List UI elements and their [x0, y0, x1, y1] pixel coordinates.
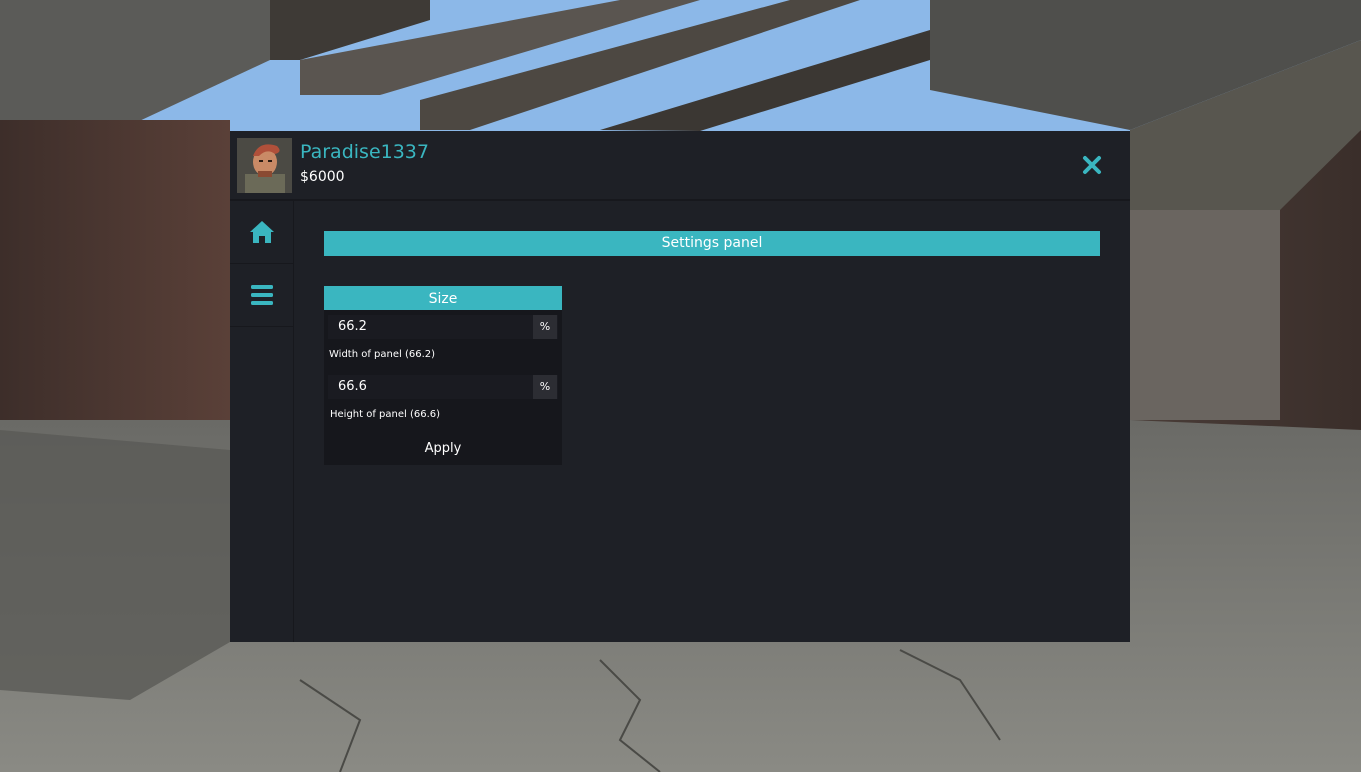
apply-button[interactable]: Apply	[324, 437, 562, 461]
width-unit: %	[533, 315, 557, 339]
close-icon	[1083, 156, 1101, 174]
f4-menu-panel: Paradise1337 $6000 Settings panel Size 6…	[230, 131, 1130, 642]
sidebar	[230, 201, 294, 642]
width-label: Width of panel (66.2)	[329, 349, 436, 360]
player-name: Paradise1337	[300, 141, 429, 163]
size-section-title: Size	[324, 286, 562, 310]
avatar	[237, 138, 292, 193]
sidebar-item-menu[interactable]	[230, 264, 293, 327]
player-money: $6000	[300, 169, 345, 185]
size-settings-box: Size % Width of panel (66.2) % Height of…	[324, 286, 562, 465]
height-label: Height of panel (66.6)	[330, 409, 441, 420]
sidebar-item-home[interactable]	[230, 201, 293, 264]
panel-header: Paradise1337 $6000	[230, 131, 1130, 201]
width-input[interactable]	[328, 315, 532, 339]
height-unit: %	[533, 375, 557, 399]
height-input[interactable]	[328, 375, 532, 399]
width-field-row: %	[328, 315, 558, 339]
settings-panel-title: Settings panel	[324, 231, 1100, 256]
height-field-row: %	[328, 375, 558, 399]
hamburger-menu-icon	[250, 285, 273, 305]
close-button[interactable]	[1080, 153, 1104, 177]
home-icon	[249, 221, 274, 243]
